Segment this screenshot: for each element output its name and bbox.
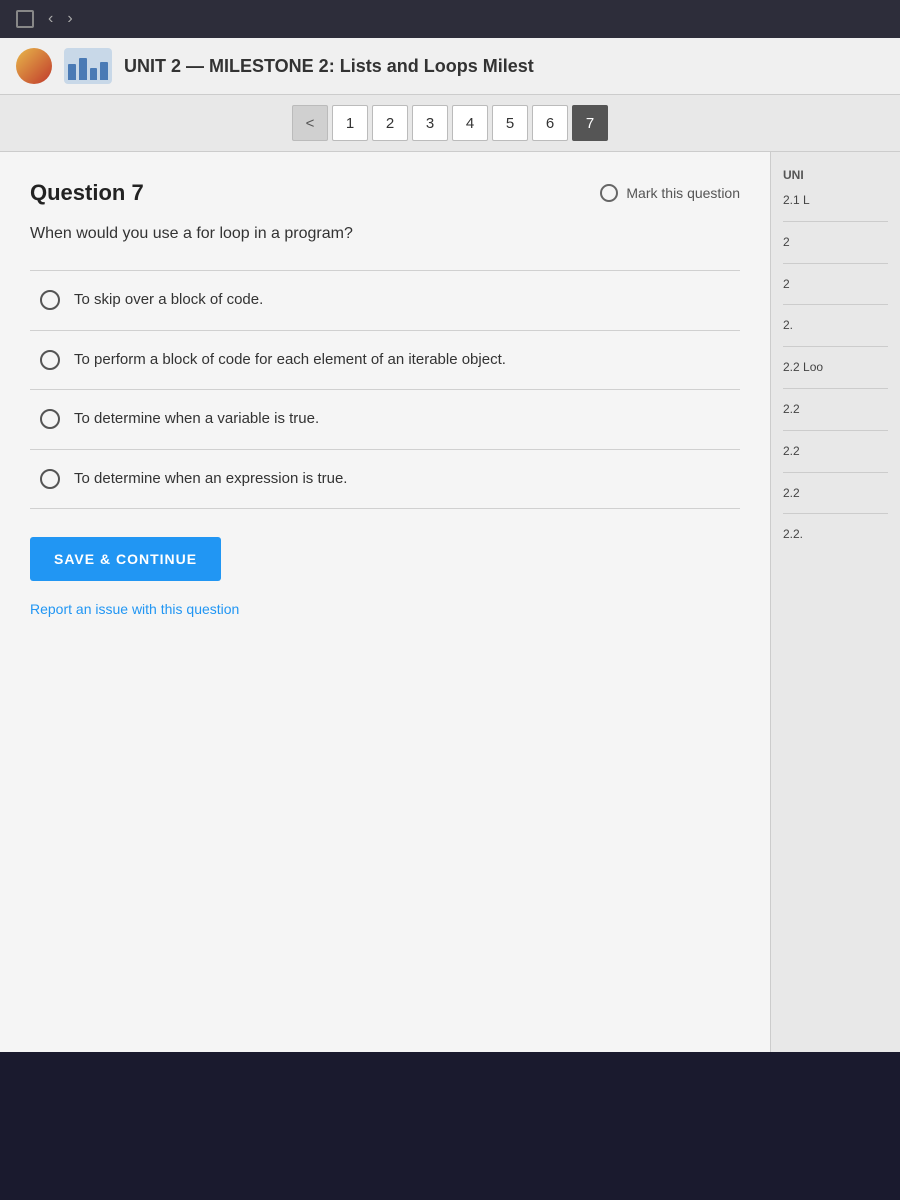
radio-btn-d[interactable]: [40, 469, 60, 489]
page-btn-1[interactable]: 1: [332, 105, 368, 141]
sidebar-item-8[interactable]: 2.2: [783, 481, 888, 506]
report-issue-link[interactable]: Report an issue with this question: [30, 601, 740, 617]
radio-btn-a[interactable]: [40, 290, 60, 310]
page-btn-6[interactable]: 6: [532, 105, 568, 141]
sidebar-item-1[interactable]: 2.1 L: [783, 188, 888, 213]
logo-icon: [16, 48, 52, 84]
answer-text-d: To determine when an expression is true.: [74, 468, 347, 491]
answer-option-a[interactable]: To skip over a block of code.: [30, 271, 740, 331]
sidebar-item-3[interactable]: 2: [783, 272, 888, 297]
answer-option-d[interactable]: To determine when an expression is true.: [30, 450, 740, 510]
page-btn-3[interactable]: 3: [412, 105, 448, 141]
question-header: Question 7 Mark this question: [30, 180, 740, 206]
page-btn-2[interactable]: 2: [372, 105, 408, 141]
chart-bar-3: [90, 68, 98, 80]
save-continue-button[interactable]: SAVE & CONTINUE: [30, 537, 221, 581]
sidebar-item-5[interactable]: 2.2 Loo: [783, 355, 888, 380]
mark-question-button[interactable]: Mark this question: [600, 184, 740, 202]
radio-btn-c[interactable]: [40, 409, 60, 429]
chart-bar-2: [79, 58, 87, 80]
window-icon: [16, 10, 34, 28]
mark-circle-icon: [600, 184, 618, 202]
sidebar-section-title: UNI: [783, 168, 888, 182]
sidebar-item-9[interactable]: 2.2.: [783, 522, 888, 547]
chart-bar-1: [68, 64, 76, 80]
sidebar-divider-7: [783, 472, 888, 473]
answer-text-a: To skip over a block of code.: [74, 289, 263, 312]
question-area: Question 7 Mark this question When would…: [0, 152, 770, 1052]
question-title: Question 7: [30, 180, 144, 206]
sidebar-divider-2: [783, 263, 888, 264]
main-container: Question 7 Mark this question When would…: [0, 152, 900, 1052]
question-text: When would you use a for loop in a progr…: [30, 222, 740, 246]
sidebar-item-2[interactable]: 2: [783, 230, 888, 255]
app-header: UNIT 2 — MILESTONE 2: Lists and Loops Mi…: [0, 38, 900, 95]
sidebar-item-7[interactable]: 2.2: [783, 439, 888, 464]
answer-text-b: To perform a block of code for each elem…: [74, 349, 506, 372]
page-btn-5[interactable]: 5: [492, 105, 528, 141]
nav-back-button[interactable]: ‹: [48, 10, 53, 28]
page-prev-button[interactable]: <: [292, 105, 328, 141]
sidebar-item-6[interactable]: 2.2: [783, 397, 888, 422]
nav-forward-button[interactable]: ›: [67, 10, 72, 28]
answer-option-c[interactable]: To determine when a variable is true.: [30, 390, 740, 450]
page-btn-4[interactable]: 4: [452, 105, 488, 141]
chart-bar-4: [100, 62, 108, 80]
sidebar-item-4[interactable]: 2.: [783, 313, 888, 338]
page-btn-7[interactable]: 7: [572, 105, 608, 141]
sidebar-divider-1: [783, 221, 888, 222]
answer-option-b[interactable]: To perform a block of code for each elem…: [30, 331, 740, 391]
sidebar-divider-3: [783, 304, 888, 305]
mark-question-label: Mark this question: [626, 185, 740, 201]
sidebar-divider-6: [783, 430, 888, 431]
radio-btn-b[interactable]: [40, 350, 60, 370]
chart-logo-icon: [64, 48, 112, 84]
browser-bar: ‹ ›: [0, 0, 900, 38]
pagination-bar: < 1 2 3 4 5 6 7: [0, 95, 900, 152]
page-title: UNIT 2 — MILESTONE 2: Lists and Loops Mi…: [124, 56, 534, 77]
answer-options: To skip over a block of code. To perform…: [30, 270, 740, 509]
sidebar-divider-5: [783, 388, 888, 389]
right-sidebar: UNI 2.1 L 2 2 2. 2.2 Loo 2.2 2.2 2.2 2.2…: [770, 152, 900, 1052]
sidebar-divider-8: [783, 513, 888, 514]
answer-text-c: To determine when a variable is true.: [74, 408, 319, 431]
sidebar-divider-4: [783, 346, 888, 347]
